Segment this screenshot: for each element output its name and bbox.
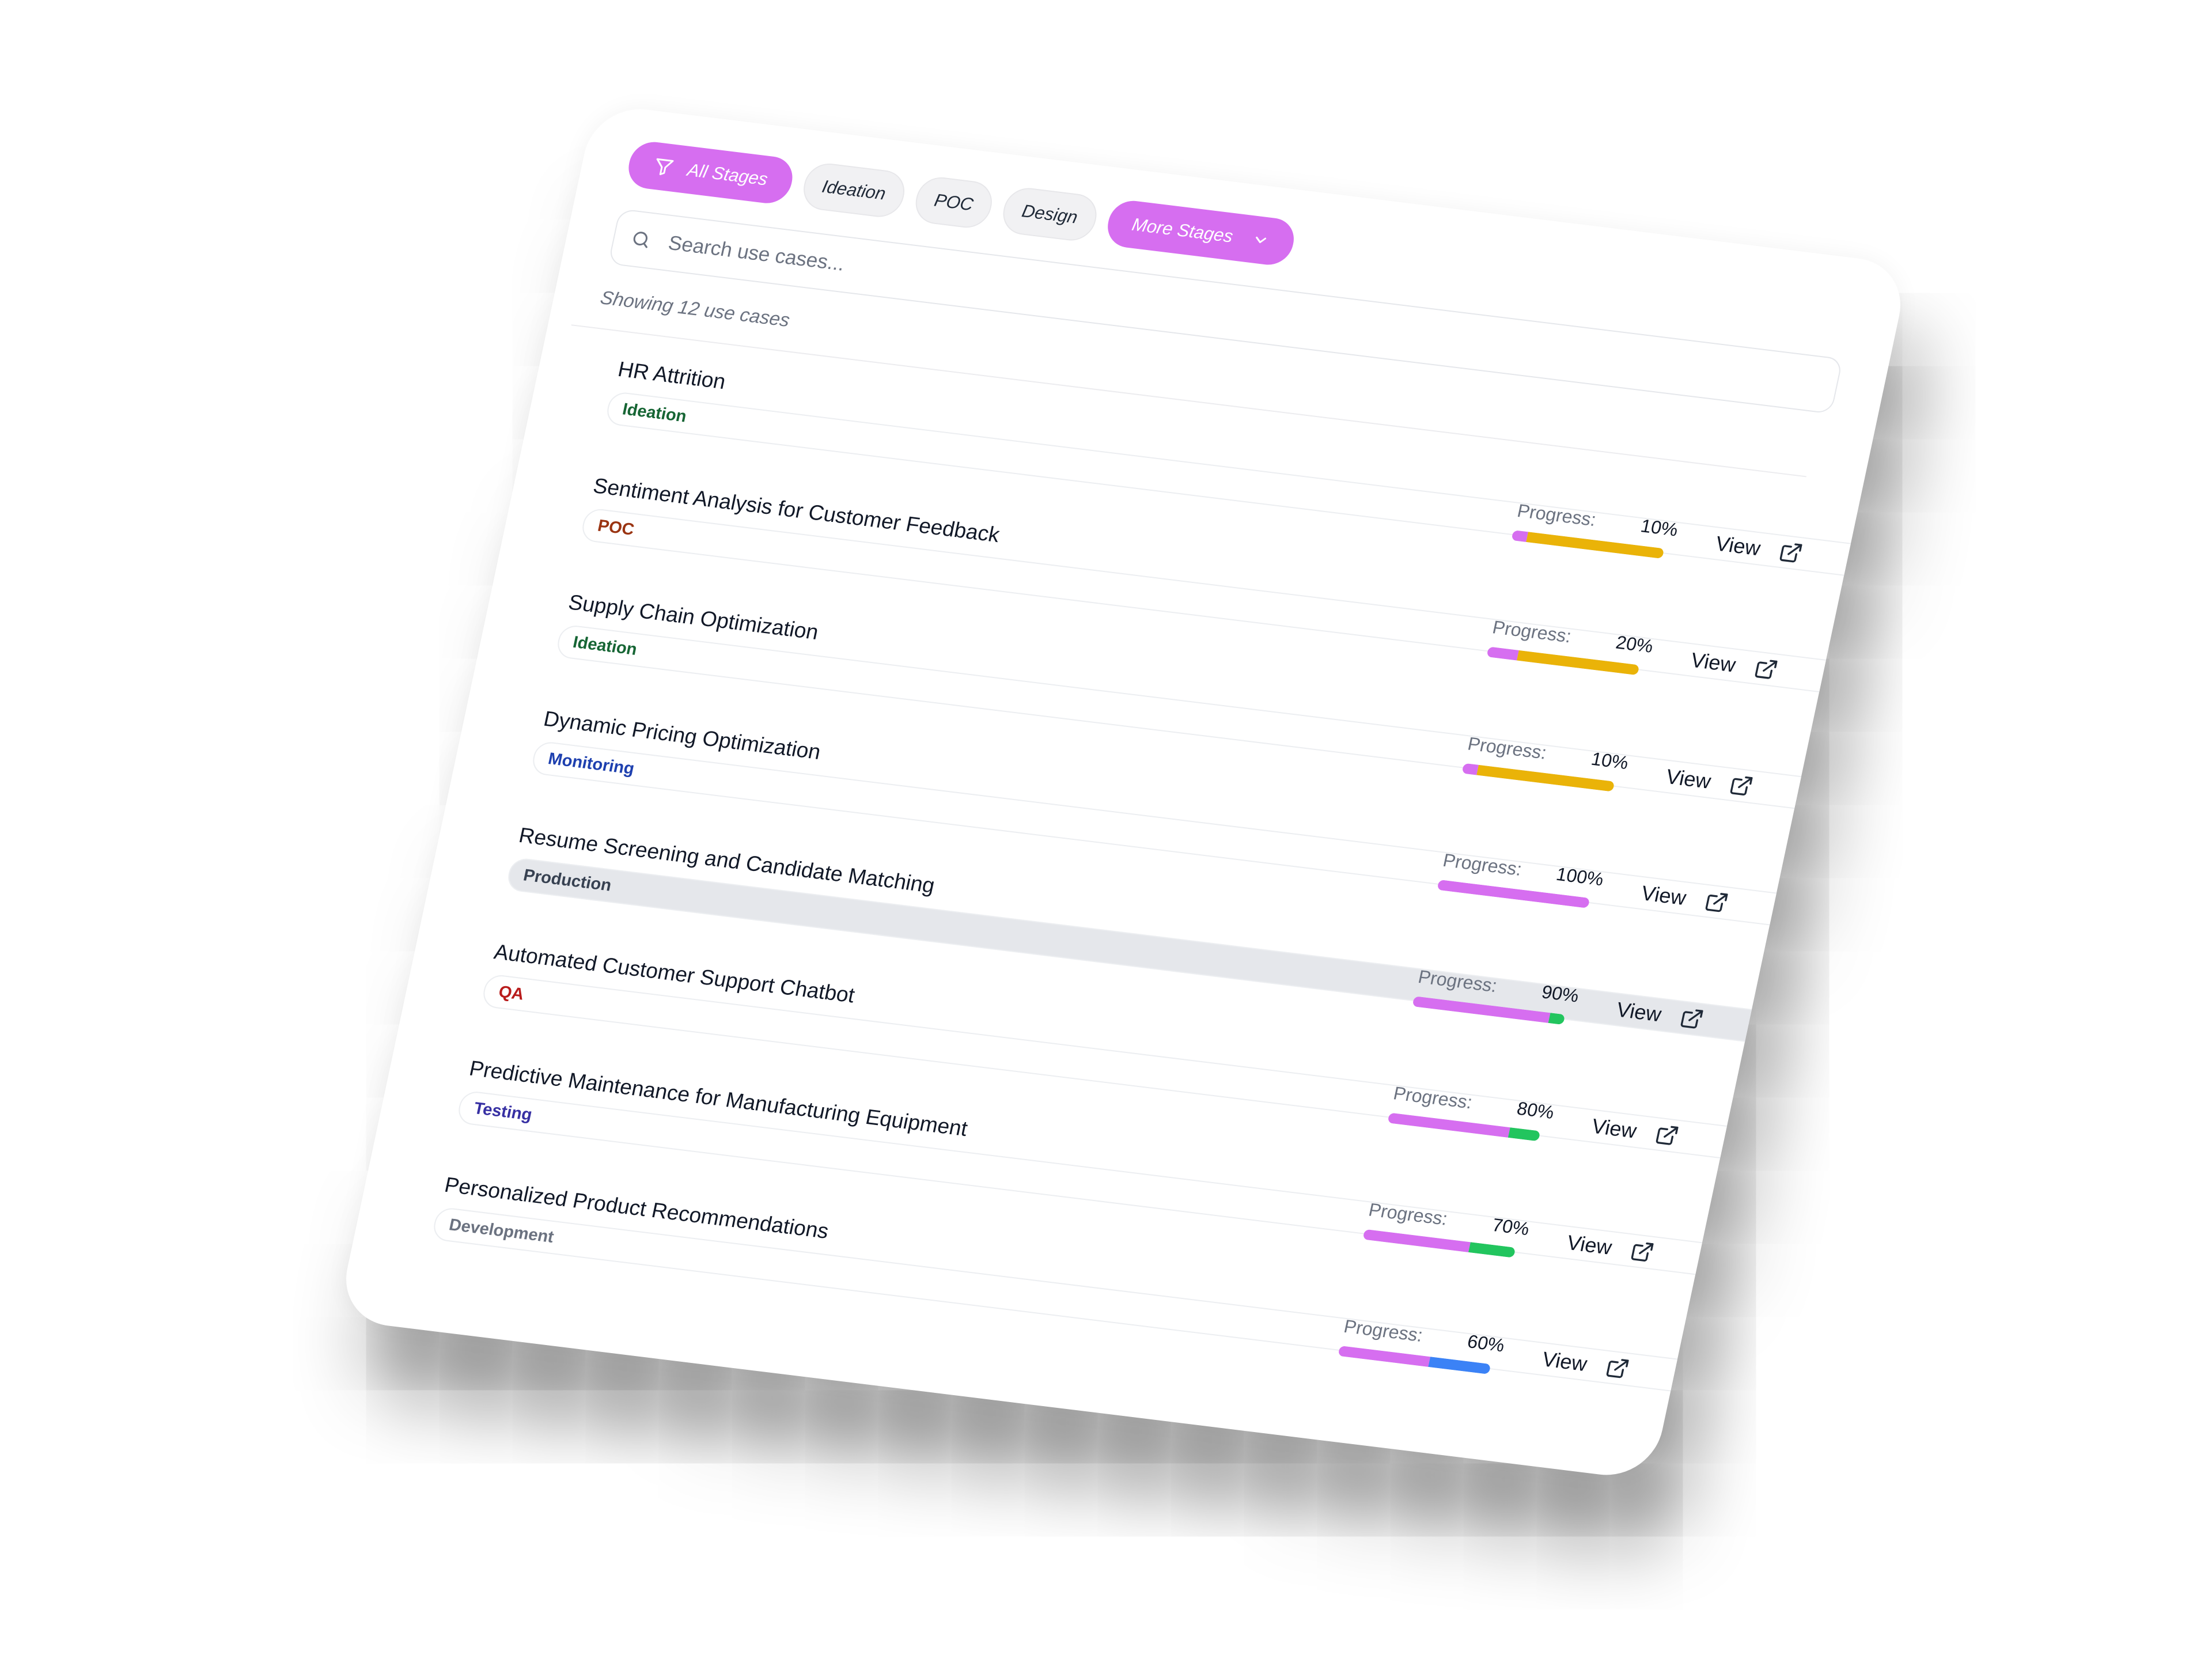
progress-value: 80%: [1515, 1097, 1556, 1123]
chevron-down-icon: [1251, 230, 1271, 249]
use-case-title[interactable]: HR Attrition: [616, 357, 728, 394]
progress-block: Progress: 80%: [1387, 1082, 1556, 1142]
filter-all-stages-label: All Stages: [685, 160, 770, 190]
progress-value: 60%: [1465, 1331, 1507, 1356]
progress-bar-fill: [1461, 763, 1479, 775]
progress-block: Progress: 10%: [1511, 500, 1680, 560]
panel-content: All Stages Ideation POC Design More Stag…: [393, 131, 1910, 1481]
filter-ideation[interactable]: Ideation: [799, 161, 909, 220]
progress-bar-remainder: [1548, 1013, 1566, 1025]
filter-poc-label: POC: [932, 190, 975, 215]
external-link-icon: [1604, 1355, 1631, 1381]
external-link-icon: [1752, 656, 1780, 681]
use-case-meta: Draft Ideation 7/6/2025: [604, 391, 1910, 697]
use-case-list: HR Attrition Draft Ideation 7/6/2025 Pro…: [393, 343, 1910, 1481]
progress-bar-remainder: [1508, 1127, 1541, 1142]
external-link-icon: [1628, 1239, 1656, 1264]
progress-label: Progress:: [1515, 500, 1599, 531]
progress-block: Progress: 90%: [1412, 966, 1581, 1026]
progress-block: Progress: 60%: [1338, 1316, 1506, 1376]
progress-bar-fill: [1387, 1112, 1510, 1138]
progress-bar-fill: [1511, 530, 1529, 543]
filter-all-stages[interactable]: All Stages: [624, 139, 797, 206]
filter-ideation-label: Ideation: [820, 176, 888, 204]
progress-label: Progress:: [1490, 616, 1574, 647]
progress-bar-fill: [1338, 1346, 1431, 1367]
external-link-icon: [1728, 773, 1755, 798]
external-link-icon: [1703, 889, 1730, 915]
use-case-meta: Draft Ideation 7/3/2025: [555, 624, 1910, 930]
progress-label: Progress:: [1416, 966, 1499, 997]
progress-label: Progress:: [1342, 1315, 1425, 1346]
progress-block: Progress: 20%: [1486, 616, 1655, 676]
more-stages-label: More Stages: [1130, 214, 1235, 247]
progress-bar-remainder: [1468, 1242, 1516, 1258]
progress-value: 90%: [1540, 981, 1581, 1006]
progress-value: 20%: [1614, 631, 1656, 657]
progress-block: Progress: 70%: [1362, 1199, 1531, 1259]
progress-label: Progress:: [1391, 1082, 1475, 1113]
progress-value: 70%: [1490, 1214, 1532, 1240]
progress-block: Progress: 100%: [1437, 850, 1605, 910]
progress-value: 100%: [1554, 863, 1606, 890]
progress-value: 10%: [1639, 515, 1680, 540]
use-case-panel: All Stages Ideation POC Design More Stag…: [336, 103, 1910, 1481]
screen-background: All Stages Ideation POC Design More Stag…: [0, 0, 2212, 1659]
progress-value: 10%: [1589, 748, 1631, 774]
progress-label: Progress:: [1441, 849, 1524, 880]
progress-label: Progress:: [1465, 733, 1549, 763]
progress-label: Progress:: [1366, 1199, 1450, 1229]
filter-icon: [651, 156, 676, 179]
external-link-icon: [1777, 540, 1805, 565]
progress-bar-fill: [1486, 646, 1519, 661]
more-stages-dropdown[interactable]: More Stages: [1103, 198, 1298, 268]
progress-block: Progress: 10%: [1461, 733, 1630, 793]
filter-poc[interactable]: POC: [911, 175, 997, 230]
search-icon: [628, 228, 653, 251]
progress-bar-remainder: [1516, 650, 1640, 676]
filter-design[interactable]: Design: [999, 185, 1101, 244]
external-link-icon: [1653, 1122, 1681, 1147]
external-link-icon: [1678, 1006, 1706, 1031]
progress-bar-fill: [1362, 1229, 1471, 1252]
filter-design-label: Design: [1020, 200, 1080, 228]
progress-bar-remainder: [1428, 1357, 1491, 1374]
